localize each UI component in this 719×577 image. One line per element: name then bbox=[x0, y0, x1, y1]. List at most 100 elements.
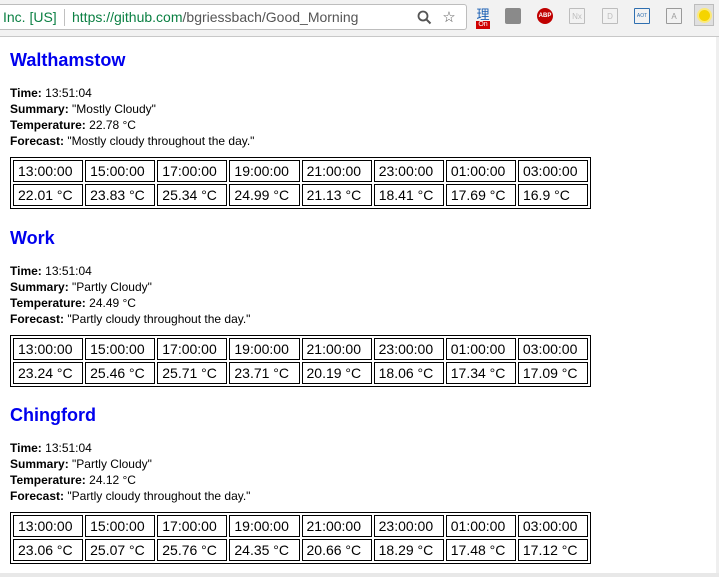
forecast-hour-cell: 23:00:00 bbox=[373, 160, 444, 182]
forecast-temp-cell: 25.07 °C bbox=[85, 539, 156, 561]
forecast-hour-cell: 19:00:00 bbox=[229, 338, 300, 360]
current-conditions: Time: 13:51:04 Summary: "Partly Cloudy" Te… bbox=[10, 440, 250, 504]
forecast-temp-cell: 25.46 °C bbox=[85, 362, 156, 384]
time-label: Time: bbox=[10, 264, 42, 278]
temperature-label: Temperature: bbox=[10, 473, 86, 487]
gray-extension-icon[interactable] bbox=[505, 8, 521, 24]
good-morning-sun-icon[interactable] bbox=[694, 4, 714, 26]
temperature-value: 22.78 °C bbox=[89, 118, 136, 132]
time-row: Time: 13:51:04 bbox=[10, 85, 254, 101]
time-label: Time: bbox=[10, 86, 42, 100]
summary-label: Summary: bbox=[10, 102, 69, 116]
temperature-row: Temperature: 24.12 °C bbox=[10, 472, 250, 488]
forecast-hour-cell: 21:00:00 bbox=[301, 338, 372, 360]
document-extension-icon[interactable]: D bbox=[602, 8, 618, 24]
summary-value: "Mostly Cloudy" bbox=[72, 102, 156, 116]
temperature-row: Temperature: 24.49 °C bbox=[10, 295, 250, 311]
star-icon[interactable]: ☆ bbox=[440, 8, 458, 26]
summary-value: "Partly Cloudy" bbox=[72, 457, 152, 471]
hours-row: 13:00:00 15:00:00 17:00:00 19:00:00 21:00:00… bbox=[13, 338, 588, 360]
temperature-value: 24.12 °C bbox=[89, 473, 136, 487]
forecast-hour-cell: 01:00:00 bbox=[445, 515, 516, 537]
forecast-hour-cell: 17:00:00 bbox=[157, 515, 228, 537]
location-title: Work bbox=[10, 228, 55, 248]
forecast-hour-cell: 01:00:00 bbox=[445, 160, 516, 182]
temperature-label: Temperature: bbox=[10, 296, 86, 310]
forecast-temp-cell: 17.69 °C bbox=[445, 184, 516, 206]
forecast-temp-cell: 22.01 °C bbox=[13, 184, 84, 206]
summary-label: Summary: bbox=[10, 457, 69, 471]
pdf-extension-icon[interactable]: A bbox=[666, 8, 682, 24]
forecast-hour-cell: 15:00:00 bbox=[85, 515, 156, 537]
forecast-hour-cell: 19:00:00 bbox=[229, 515, 300, 537]
time-value: 13:51:04 bbox=[45, 264, 92, 278]
secure-site-label[interactable]: Inc. [US] bbox=[3, 9, 57, 25]
summary-row: Summary: "Partly Cloudy" bbox=[10, 456, 250, 472]
forecast-temp-cell: 17.12 °C bbox=[517, 539, 588, 561]
hours-row: 13:00:00 15:00:00 17:00:00 19:00:00 21:00:00… bbox=[13, 160, 588, 182]
forecast-value: "Mostly cloudy throughout the day." bbox=[67, 134, 255, 148]
time-row: Time: 13:51:04 bbox=[10, 440, 250, 456]
forecast-temp-cell: 17.34 °C bbox=[445, 362, 516, 384]
forecast-hour-cell: 17:00:00 bbox=[157, 160, 228, 182]
forecast-value: "Partly cloudy throughout the day." bbox=[67, 489, 251, 503]
forecast-temp-cell: 18.06 °C bbox=[373, 362, 444, 384]
forecast-hour-cell: 23:00:00 bbox=[373, 338, 444, 360]
summary-row: Summary: "Mostly Cloudy" bbox=[10, 101, 254, 117]
forecast-temp-cell: 25.34 °C bbox=[157, 184, 228, 206]
aot-extension-icon[interactable]: AOT bbox=[634, 8, 650, 24]
forecast-temp-cell: 24.35 °C bbox=[229, 539, 300, 561]
forecast-temp-cell: 20.19 °C bbox=[301, 362, 372, 384]
time-value: 13:51:04 bbox=[45, 441, 92, 455]
forecast-temp-cell: 25.71 °C bbox=[157, 362, 228, 384]
summary-value: "Partly Cloudy" bbox=[72, 280, 152, 294]
forecast-temp-cell: 23.71 °C bbox=[229, 362, 300, 384]
forecast-label: Forecast: bbox=[10, 489, 65, 503]
temperature-row: Temperature: 22.78 °C bbox=[10, 117, 254, 133]
url-text[interactable]: https://github.com/bgriessbach/Good_Morn… bbox=[72, 9, 358, 25]
forecast-hour-cell: 15:00:00 bbox=[85, 160, 156, 182]
forecast-temp-cell: 20.66 °C bbox=[301, 539, 372, 561]
address-bar[interactable]: Inc. [US] https://github.com/bgriessbach… bbox=[0, 4, 467, 30]
hours-row: 13:00:00 15:00:00 17:00:00 19:00:00 21:00:00… bbox=[13, 515, 588, 537]
forecast-hour-cell: 13:00:00 bbox=[13, 160, 84, 182]
forecast-temp-cell: 24.99 °C bbox=[229, 184, 300, 206]
zoom-icon[interactable] bbox=[415, 8, 433, 26]
forecast-row: Forecast: "Partly cloudy throughout the … bbox=[10, 311, 250, 327]
forecast-hour-cell: 17:00:00 bbox=[157, 338, 228, 360]
address-bar-divider bbox=[64, 9, 65, 26]
browser-toolbar: Inc. [US] https://github.com/bgriessbach… bbox=[0, 0, 719, 37]
hourly-forecast-table: 13:00:00 15:00:00 17:00:00 19:00:00 21:00:00… bbox=[10, 512, 591, 564]
forecast-temp-cell: 23.24 °C bbox=[13, 362, 84, 384]
forecast-label: Forecast: bbox=[10, 134, 65, 148]
hourly-forecast-table: 13:00:00 15:00:00 17:00:00 19:00:00 21:00:00… bbox=[10, 335, 591, 387]
forecast-hour-cell: 03:00:00 bbox=[517, 160, 588, 182]
summary-label: Summary: bbox=[10, 280, 69, 294]
time-value: 13:51:04 bbox=[45, 86, 92, 100]
forecast-hour-cell: 01:00:00 bbox=[445, 338, 516, 360]
nx-extension-icon[interactable]: Nx bbox=[569, 8, 585, 24]
summary-row: Summary: "Partly Cloudy" bbox=[10, 279, 250, 295]
temperature-label: Temperature: bbox=[10, 118, 86, 132]
url-host: https://github.com bbox=[72, 9, 183, 25]
forecast-temp-cell: 17.48 °C bbox=[445, 539, 516, 561]
temps-row: 23.24 °C 25.46 °C 25.71 °C 23.71 °C 20.19 °C… bbox=[13, 362, 588, 384]
rikaikun-extension-icon[interactable]: 理 On bbox=[475, 6, 491, 30]
location-title: Walthamstow bbox=[10, 50, 126, 70]
adblock-plus-icon[interactable]: ABP bbox=[537, 8, 553, 24]
current-conditions: Time: 13:51:04 Summary: "Mostly Cloudy" Te… bbox=[10, 85, 254, 149]
time-label: Time: bbox=[10, 441, 42, 455]
forecast-hour-cell: 15:00:00 bbox=[85, 338, 156, 360]
forecast-row: Forecast: "Mostly cloudy throughout the … bbox=[10, 133, 254, 149]
horizontal-scrollbar[interactable] bbox=[0, 573, 719, 577]
forecast-hour-cell: 03:00:00 bbox=[517, 338, 588, 360]
forecast-hour-cell: 21:00:00 bbox=[301, 515, 372, 537]
forecast-temp-cell: 18.41 °C bbox=[373, 184, 444, 206]
url-path: /bgriessbach/Good_Morning bbox=[182, 9, 359, 25]
current-conditions: Time: 13:51:04 Summary: "Partly Cloudy" Te… bbox=[10, 263, 250, 327]
forecast-hour-cell: 03:00:00 bbox=[517, 515, 588, 537]
forecast-temp-cell: 23.06 °C bbox=[13, 539, 84, 561]
forecast-temp-cell: 16.9 °C bbox=[517, 184, 588, 206]
forecast-temp-cell: 25.76 °C bbox=[157, 539, 228, 561]
temps-row: 22.01 °C 23.83 °C 25.34 °C 24.99 °C 21.13 °C… bbox=[13, 184, 588, 206]
